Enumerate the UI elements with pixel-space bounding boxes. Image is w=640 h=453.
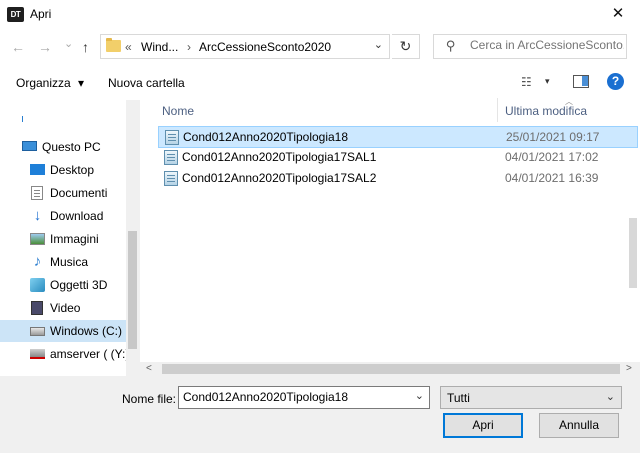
network-drive-icon (30, 349, 45, 359)
documents-icon (31, 186, 43, 200)
sidebar-item-label: Windows (C:) (50, 324, 123, 338)
sidebar-item-questo-pc[interactable]: Questo PC (0, 136, 126, 158)
file-list-vertical-scrollbar[interactable] (626, 98, 640, 362)
video-icon (31, 301, 43, 315)
sidebar-scrollbar-thumb[interactable] (128, 231, 137, 349)
sidebar-item-label: Desktop (50, 163, 95, 177)
column-header-modified[interactable]: Ultima modifica (505, 104, 587, 118)
app-icon: DT (7, 7, 24, 22)
computer-icon (22, 141, 37, 151)
column-header-name[interactable]: Nome (162, 104, 194, 118)
pictures-icon (30, 233, 45, 245)
objects-3d-icon (30, 278, 45, 292)
organize-button[interactable]: Organizza ▾ (16, 76, 84, 90)
file-name-combobox[interactable]: ⌄ (178, 386, 430, 409)
recent-locations-button[interactable]: ⌄ (64, 37, 73, 51)
sidebar-item-musica[interactable]: ♪ Musica (0, 251, 126, 273)
file-name-input[interactable] (183, 390, 403, 404)
sidebar-item-label: amserver ( (Y:) (50, 347, 130, 361)
sidebar-item-amserver[interactable]: amserver ( (Y:) (0, 343, 130, 365)
vertical-scrollbar-thumb[interactable] (629, 218, 637, 288)
address-history-chevron-icon[interactable]: ⌄ (374, 38, 383, 51)
file-list-horizontal-scrollbar[interactable]: < > (140, 362, 640, 376)
search-box[interactable]: ⚲ (433, 34, 627, 59)
sidebar-item-label: Musica (50, 255, 89, 269)
address-segment-folder[interactable]: ArcCessioneSconto2020 (199, 40, 331, 54)
file-name: Cond012Anno2020Tipologia18 (183, 130, 349, 144)
file-name: Cond012Anno2020Tipologia17SAL1 (182, 150, 377, 164)
sidebar-item-label: Download (50, 209, 104, 223)
file-name-label: Nome file: (122, 392, 177, 406)
close-icon: ✕ (611, 5, 625, 22)
address-bar[interactable]: « Wind... › ArcCessioneSconto2020 ⌄ (100, 34, 390, 59)
file-row[interactable]: Cond012Anno2020Tipologia18 25/01/2021 09… (158, 126, 638, 148)
refresh-icon: ↻ (399, 38, 412, 54)
close-button[interactable]: ✕ (596, 0, 640, 30)
sidebar-item-label: Oggetti 3D (50, 278, 108, 292)
sidebar-item-desktop[interactable]: Desktop (0, 159, 126, 181)
file-icon (165, 130, 179, 145)
file-modified: 04/01/2021 17:02 (505, 150, 599, 164)
title-bar: DT Apri ✕ (0, 0, 640, 30)
open-button[interactable]: Apri (443, 413, 523, 438)
drive-icon (30, 327, 45, 336)
horizontal-scrollbar-thumb[interactable] (162, 364, 620, 374)
view-options-chevron-icon[interactable]: ▾ (545, 76, 550, 87)
music-icon: ♪ (33, 253, 42, 270)
sidebar-item-label: Questo PC (42, 140, 101, 154)
address-overflow[interactable]: « (125, 40, 132, 54)
address-separator[interactable]: › (187, 40, 191, 54)
sidebar-item-label: Immagini (50, 232, 99, 246)
window-title: Apri (30, 7, 52, 21)
file-type-value: Tutti (447, 391, 470, 405)
search-input[interactable] (470, 38, 624, 52)
scroll-right-icon[interactable]: > (626, 362, 632, 376)
chevron-down-icon: ▾ (78, 76, 85, 90)
refresh-button[interactable]: ↻ (392, 34, 420, 59)
file-row[interactable]: Cond012Anno2020Tipologia17SAL2 04/01/202… (158, 168, 638, 190)
chevron-down-icon[interactable]: ⌄ (415, 389, 424, 402)
cancel-button[interactable]: Annulla (539, 413, 619, 438)
chevron-down-icon: ⌄ (605, 391, 615, 403)
sidebar-item-oggetti-3d[interactable]: Oggetti 3D (0, 274, 126, 296)
file-name: Cond012Anno2020Tipologia17SAL2 (182, 171, 377, 185)
sidebar-item-label: Documenti (50, 186, 108, 200)
forward-button[interactable]: → (38, 40, 52, 54)
view-options-icon[interactable]: ☷ (521, 75, 532, 89)
sidebar-item-documenti[interactable]: Documenti (0, 182, 126, 204)
file-icon (164, 171, 178, 186)
sidebar-item-video[interactable]: Video (0, 297, 126, 319)
download-icon: ↓ (33, 207, 42, 224)
column-divider[interactable] (497, 98, 498, 122)
file-modified: 25/01/2021 09:17 (506, 130, 600, 144)
folder-icon (106, 38, 121, 52)
file-modified: 04/01/2021 16:39 (505, 171, 599, 185)
search-icon: ⚲ (446, 38, 456, 53)
up-button[interactable]: ↑ (82, 40, 89, 54)
scroll-left-icon[interactable]: < (146, 362, 152, 376)
file-type-select[interactable]: Tutti ⌄ (440, 386, 622, 409)
preview-pane-icon[interactable] (573, 75, 589, 88)
help-icon[interactable]: ? (607, 73, 624, 90)
desktop-icon (30, 164, 45, 175)
file-row[interactable]: Cond012Anno2020Tipologia17SAL1 04/01/202… (158, 147, 638, 169)
nav-tick (22, 116, 23, 122)
sidebar-scrollbar[interactable] (126, 100, 140, 376)
new-folder-button[interactable]: Nuova cartella (108, 76, 185, 90)
sidebar-item-windows-c[interactable]: Windows (C:) (0, 320, 126, 342)
address-segment-windows[interactable]: Wind... (141, 40, 178, 54)
sidebar-item-download[interactable]: ↓ Download (0, 205, 126, 227)
sidebar-item-label: Video (50, 301, 81, 315)
file-icon (164, 150, 178, 165)
back-button[interactable]: ← (11, 40, 25, 54)
sidebar-item-immagini[interactable]: Immagini (0, 228, 126, 250)
